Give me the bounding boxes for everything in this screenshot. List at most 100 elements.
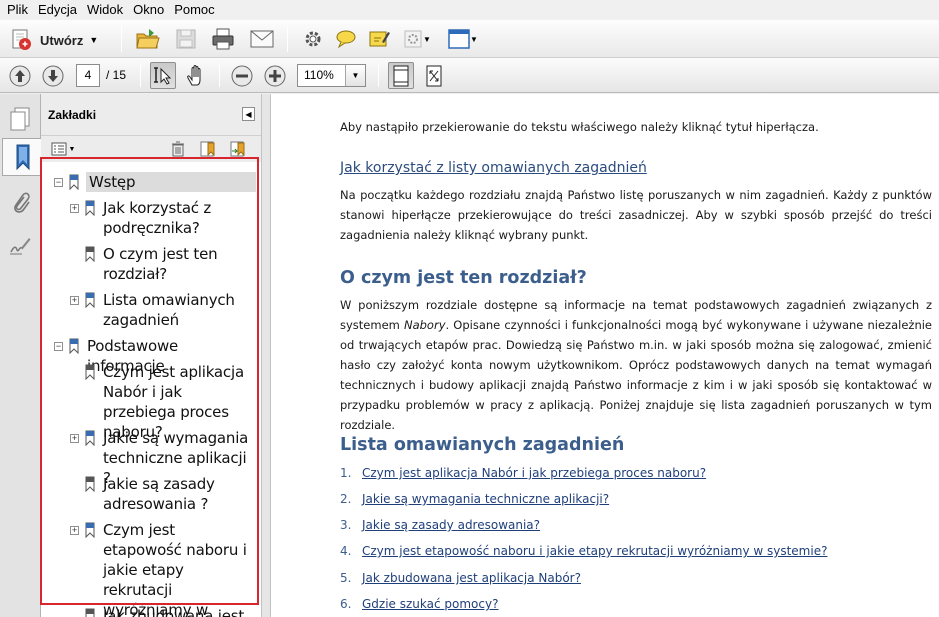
menu-okno[interactable]: Okno xyxy=(128,1,169,19)
list-link[interactable]: Jakie są wymagania techniczne aplikacji? xyxy=(362,492,609,506)
menu-plik[interactable]: Plik xyxy=(2,1,33,19)
next-page-button[interactable] xyxy=(40,63,66,89)
bookmark-label: Czym jest etapowość naboru i jakie etapy… xyxy=(103,521,247,617)
list-link[interactable]: Gdzie szukać pomocy? xyxy=(362,597,498,611)
open-button[interactable] xyxy=(134,25,162,53)
list-number: 4. xyxy=(340,544,352,558)
select-tool-button[interactable] xyxy=(150,62,176,89)
chevron-down-icon: ▼ xyxy=(68,145,76,153)
navigation-pane-strip xyxy=(0,94,42,617)
envelope-icon xyxy=(250,30,274,48)
toolbar-divider xyxy=(219,63,220,87)
create-button[interactable]: Utwórz ▼ xyxy=(6,27,102,53)
bookmark-ribbon-icon xyxy=(16,144,29,170)
collapse-toggle-icon[interactable]: − xyxy=(54,178,63,187)
list-number: 6. xyxy=(340,597,352,611)
list-item[interactable]: 6. Gdzie szukać pomocy? xyxy=(340,596,498,612)
collapse-panel-icon[interactable]: ◀ xyxy=(242,107,255,121)
bookmark-options-button[interactable]: ▼ xyxy=(49,140,77,158)
fit-page-button[interactable] xyxy=(388,62,414,89)
menu-widok[interactable]: Widok xyxy=(82,1,128,19)
link-paragraph: Na początku każdego rozdziału znajdą Pań… xyxy=(340,188,932,242)
expand-toggle-icon[interactable]: + xyxy=(70,434,79,443)
toolbar-divider xyxy=(140,63,141,87)
email-button[interactable] xyxy=(248,25,276,53)
link-heading[interactable]: Jak korzystać z listy omawianych zagadni… xyxy=(340,160,647,176)
bookmarks-toolbar: ▼ xyxy=(41,136,261,162)
bookmark-icon xyxy=(85,200,95,216)
bookmark-label: Jak korzystać z podręcznika? xyxy=(103,199,212,237)
list-item[interactable]: 4. Czym jest etapowość naboru i jakie eta… xyxy=(340,543,827,559)
chevron-down-icon[interactable]: ▼ xyxy=(345,65,365,86)
list-number: 3. xyxy=(340,518,352,532)
save-disk-icon xyxy=(176,29,196,49)
chevron-down-icon: ▼ xyxy=(423,34,431,44)
expand-toggle-icon[interactable]: + xyxy=(70,204,79,213)
print-button[interactable] xyxy=(209,25,237,53)
bookmark-label: Jak zbudowana jest xyxy=(103,607,245,617)
about-italic: Nabory xyxy=(403,318,446,332)
signatures-button[interactable] xyxy=(4,226,36,264)
toolbar-divider xyxy=(287,26,288,52)
bookmarks-panel-header: Zakładki xyxy=(41,94,261,136)
bookmarks-panel-title: Zakładki xyxy=(48,107,97,122)
options-list-icon xyxy=(51,142,67,156)
trash-icon xyxy=(172,141,184,157)
highlight-button[interactable] xyxy=(366,25,392,53)
bookmark-icon xyxy=(85,522,95,538)
page-thumbnails-button[interactable] xyxy=(4,100,36,138)
minus-circle-icon xyxy=(231,65,253,87)
zoom-in-button[interactable] xyxy=(262,63,288,89)
attachments-button[interactable] xyxy=(4,184,36,222)
collapse-toggle-icon[interactable]: − xyxy=(54,342,63,351)
bookmarks-tree: − Wstęp + Jak korzystać z podręcznika? O… xyxy=(41,162,261,617)
menu-bar: Plik Edycja Widok Okno Pomoc xyxy=(0,0,939,20)
speech-bubble-icon xyxy=(336,30,356,49)
list-item[interactable]: 1. Czym jest aplikacja Nabór i jak przebi… xyxy=(340,465,706,481)
menu-pomoc[interactable]: Pomoc xyxy=(169,1,219,19)
menu-edycja[interactable]: Edycja xyxy=(33,1,82,19)
list-item[interactable]: 2. Jakie są wymagania techniczne aplikacj… xyxy=(340,491,609,507)
stamp-tool-button[interactable]: ▼ xyxy=(399,25,435,53)
list-link[interactable]: Czym jest aplikacja Nabór i jak przebieg… xyxy=(362,466,706,480)
list-number: 5. xyxy=(340,571,352,585)
hand-tool-button[interactable] xyxy=(183,62,209,89)
bookmark-label: Jakie są zasady adresowania ? xyxy=(103,475,215,513)
create-pdf-icon xyxy=(12,29,31,50)
fullscreen-button[interactable] xyxy=(421,62,447,89)
arrow-down-circle-icon xyxy=(42,65,64,87)
signature-pen-icon xyxy=(10,238,31,255)
new-bookmark-button[interactable] xyxy=(198,139,218,159)
list-link[interactable]: Jakie są zasady adresowania? xyxy=(362,518,540,532)
bookmark-icon xyxy=(85,608,95,617)
settings-button[interactable] xyxy=(300,25,326,53)
about-text-2: . Opisane czynności i funkcjonalności mo… xyxy=(340,318,933,432)
list-item[interactable]: 3. Jakie są zasady adresowania? xyxy=(340,517,540,533)
main-toolbar: Utwórz ▼ ▼ ▼ xyxy=(0,20,939,58)
list-link[interactable]: Jak zbudowana jest aplikacja Nabór? xyxy=(362,571,581,585)
comment-button[interactable] xyxy=(333,25,359,53)
chevron-down-icon: ▼ xyxy=(470,34,478,44)
bookmark-from-structure-button[interactable] xyxy=(228,139,248,159)
expand-toggle-icon[interactable]: + xyxy=(70,526,79,535)
expand-toggle-icon[interactable]: + xyxy=(70,296,79,305)
bookmarks-panel: Zakładki ◀ ▼ − Wstęp + Jak korzystać z p… xyxy=(41,94,261,617)
navigation-toolbar: 4 / 15 110% ▼ xyxy=(0,58,939,93)
new-bookmark-icon xyxy=(200,141,215,157)
delete-bookmark-button[interactable] xyxy=(169,140,187,158)
list-item[interactable]: 5. Jak zbudowana jest aplikacja Nabór? xyxy=(340,570,581,586)
gear-icon xyxy=(305,31,321,47)
cursor-text-select-icon xyxy=(154,66,172,85)
pages-icon xyxy=(10,107,30,131)
bookmarks-button[interactable] xyxy=(2,138,42,176)
page-total: / 15 xyxy=(106,68,127,82)
view-mode-button[interactable]: ▼ xyxy=(445,25,481,53)
list-link[interactable]: Czym jest etapowość naboru i jakie etapy… xyxy=(362,544,827,558)
previous-page-button[interactable] xyxy=(7,63,33,89)
expand-page-icon xyxy=(426,65,442,86)
page-number-input[interactable]: 4 xyxy=(76,64,100,87)
zoom-out-button[interactable] xyxy=(229,63,255,89)
save-button[interactable] xyxy=(172,25,200,53)
panel-splitter[interactable] xyxy=(261,94,271,617)
zoom-select[interactable]: 110% ▼ xyxy=(297,64,366,87)
